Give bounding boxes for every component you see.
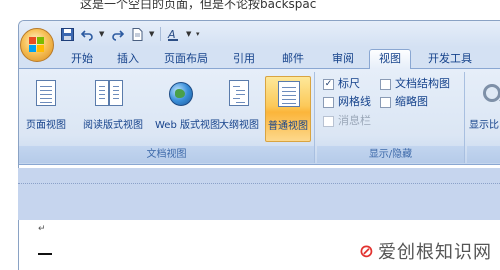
document-views-group-label: 文档视图 [19,146,314,163]
thumbnails-checkbox[interactable]: 缩略图 [380,94,428,110]
message-bar-check-icon [323,115,334,127]
document-map-checkbox[interactable]: 文档结构图 [380,76,450,92]
watermark-logo-icon: ⊘ [358,240,374,262]
toolbar-separator [160,27,161,41]
document-page-band [18,168,500,220]
watermark-text: 爱创根知识网 [378,242,492,263]
zoom-label: 显示比 [469,120,499,131]
web-layout-button[interactable]: Web 版式视图 [155,76,220,142]
draft-view-icon [274,81,302,111]
thumbnails-checkbox-label: 缩略图 [395,95,428,108]
page-view-icon [32,80,60,110]
save-icon[interactable] [59,26,75,42]
document-map-checkbox-label: 文档结构图 [395,77,450,90]
outline-view-label: 大纲视图 [219,120,259,131]
thumbnails-check-icon [380,96,391,108]
ruler-checkbox-label: 标尺 [338,77,360,90]
title-bar: ▼ ▼ A ▼ ▾ [19,21,500,47]
tab-mailings[interactable]: 邮件 [273,50,313,69]
undo-icon[interactable] [79,26,95,42]
message-bar-checkbox-label: 消息栏 [338,114,371,127]
gridlines-checkbox-label: 网格线 [338,95,371,108]
new-doc-icon[interactable] [129,26,145,42]
outline-view-button[interactable]: 大纲视图 [219,76,259,142]
tab-home[interactable]: 开始 [65,50,99,69]
zoom-group-label [467,146,500,163]
word-window: ▼ ▼ A ▼ ▾ 开始 插入 页面布局 引用 邮件 审阅 视图 开发工具 页面… [18,20,500,270]
ribbon: 页面视图 阅读版式视图 Web 版式视图 大纲视图 普通视图 文档视图 ✓ 标尺… [19,69,500,165]
gridlines-check-icon [323,96,334,108]
web-layout-label: Web 版式视图 [155,120,220,131]
page-view-button[interactable]: 页面视图 [26,76,66,142]
undo-dropdown-icon[interactable]: ▼ [99,30,105,38]
new-doc-dropdown-icon[interactable]: ▼ [149,30,155,38]
gridlines-checkbox[interactable]: 网格线 [323,94,371,110]
page-divider [18,183,500,185]
tab-review[interactable]: 审阅 [323,50,363,69]
document-views-group: 页面视图 阅读版式视图 Web 版式视图 大纲视图 普通视图 文档视图 [19,72,315,163]
text-cursor [38,253,52,255]
redo-icon[interactable] [109,26,125,42]
document-map-check-icon [380,78,391,90]
quick-access-toolbar: ▼ ▼ A ▼ ▾ [59,24,202,44]
show-hide-group: ✓ 标尺 网格线 消息栏 文档结构图 缩略图 显示/隐藏 [317,72,465,163]
tab-page-layout[interactable]: 页面布局 [157,50,215,69]
font-color-dropdown-icon[interactable]: ▼ [186,30,192,38]
zoom-button[interactable]: 显示比 [467,76,500,142]
font-color-icon[interactable]: A [166,26,182,42]
tab-references[interactable]: 引用 [227,50,261,69]
ruler-checkbox[interactable]: ✓ 标尺 [323,76,360,92]
draft-view-label: 普通视图 [268,121,308,132]
office-logo-icon [29,37,45,53]
magnifier-icon [473,80,500,110]
document-text-line: 这是一个空白的页面，但是不论按backspac [80,0,317,11]
tab-developer[interactable]: 开发工具 [421,50,479,69]
outline-view-icon [225,80,253,110]
paragraph-mark: ↵ [38,224,46,234]
reading-view-label: 阅读版式视图 [83,120,143,131]
watermark: ⊘ 爱创根知识网 [359,238,492,264]
zoom-group: 显示比 [467,72,500,163]
tab-view[interactable]: 视图 [369,49,411,69]
show-hide-group-label: 显示/隐藏 [317,146,464,163]
ruler-check-icon: ✓ [323,78,334,90]
reading-view-icon [95,80,123,110]
tab-insert[interactable]: 插入 [111,50,145,69]
web-layout-icon [167,80,195,110]
office-button[interactable] [20,28,54,62]
message-bar-checkbox: 消息栏 [323,113,371,129]
draft-view-button[interactable]: 普通视图 [265,76,311,142]
ribbon-tabs: 开始 插入 页面布局 引用 邮件 审阅 视图 开发工具 [19,47,500,69]
reading-view-button[interactable]: 阅读版式视图 [83,76,143,142]
customize-toolbar-icon[interactable]: ▾ [196,30,202,38]
page-view-label: 页面视图 [26,120,66,131]
